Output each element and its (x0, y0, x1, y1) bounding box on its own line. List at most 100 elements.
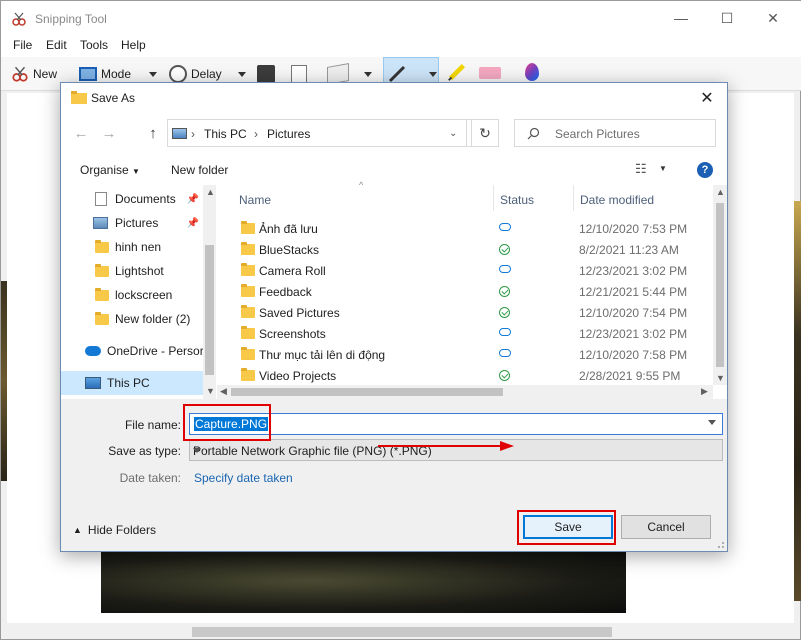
column-header-status[interactable]: Status (500, 189, 534, 211)
documents-icon (95, 192, 107, 206)
dialog-close-button[interactable]: ✕ (693, 86, 721, 110)
save-snip-icon[interactable] (257, 65, 275, 83)
nav-item-hinh-nen[interactable]: hinh nen (61, 235, 203, 259)
file-row[interactable]: Video Projects 2/28/2021 9:55 PM (217, 365, 711, 386)
chevron-down-icon (193, 448, 201, 453)
new-snip-button[interactable]: New (11, 63, 57, 85)
file-date: 12/10/2020 7:53 PM (579, 222, 688, 236)
menu-help[interactable]: Help (121, 38, 146, 52)
pen-dropdown-icon[interactable] (429, 72, 437, 77)
cancel-button[interactable]: Cancel (621, 515, 711, 539)
file-row[interactable]: Saved Pictures 12/10/2020 7:54 PM (217, 302, 711, 323)
background-image-strip (1, 281, 7, 481)
scroll-down-icon[interactable]: ▼ (206, 386, 215, 396)
menu-bar: File Edit Tools Help (1, 35, 801, 57)
file-row[interactable]: Thư mục tải lên di động 12/10/2020 7:58 … (217, 344, 711, 365)
maximize-button[interactable]: ☐ (704, 1, 750, 35)
paint3d-icon[interactable] (525, 63, 539, 81)
synced-status-icon (499, 307, 510, 318)
scrollbar-thumb[interactable] (205, 245, 214, 375)
up-arrow-icon[interactable]: ↑ (143, 123, 163, 143)
resize-grip-icon[interactable] (715, 539, 725, 549)
cloud-status-icon (499, 223, 511, 231)
highlighter-icon[interactable] (445, 61, 469, 83)
file-name: Video Projects (259, 369, 337, 383)
nav-pane-scrollbar[interactable]: ▲ ▼ (203, 185, 216, 399)
hide-folders-button[interactable]: ▲ Hide Folders (73, 523, 156, 537)
file-row[interactable]: Screenshots 12/23/2021 3:02 PM (217, 323, 711, 344)
pictures-icon (93, 217, 108, 229)
nav-item-new-folder-2[interactable]: New folder (2) (61, 307, 203, 331)
file-list-horizontal-scrollbar[interactable]: ◀ ▶ (217, 385, 713, 399)
menu-file[interactable]: File (13, 38, 32, 52)
scrollbar-thumb[interactable] (716, 203, 724, 367)
date-taken-link[interactable]: Specify date taken (194, 471, 293, 485)
chevron-down-icon[interactable] (708, 420, 716, 425)
scroll-down-icon[interactable]: ▼ (716, 373, 725, 383)
nav-label: hinh nen (115, 240, 162, 254)
breadcrumb-this-pc[interactable]: This PC (204, 127, 247, 141)
chevron-up-icon: ▲ (73, 525, 82, 535)
synced-status-icon (499, 286, 510, 297)
file-row[interactable]: Ảnh đã lưu 12/10/2020 7:53 PM (217, 218, 711, 239)
eraser-icon[interactable] (479, 67, 501, 79)
search-input[interactable]: Search Pictures (514, 119, 716, 147)
organise-button[interactable]: Organise ▼ (80, 163, 140, 177)
file-row[interactable]: BlueStacks 8/2/2021 11:23 AM (217, 239, 711, 260)
menu-edit[interactable]: Edit (46, 38, 67, 52)
scroll-right-icon[interactable]: ▶ (701, 386, 708, 397)
file-list-vertical-scrollbar[interactable]: ▲ ▼ (713, 185, 727, 385)
nav-item-lockscreen[interactable]: lockscreen (61, 283, 203, 307)
scroll-left-icon[interactable]: ◀ (220, 386, 227, 397)
breadcrumb-pictures[interactable]: Pictures (267, 127, 310, 141)
menu-tools[interactable]: Tools (80, 38, 108, 52)
column-header-date[interactable]: Date modified (580, 189, 654, 211)
forward-arrow-icon[interactable]: → (99, 123, 119, 143)
send-dropdown-icon[interactable] (364, 72, 372, 77)
help-icon[interactable]: ? (697, 162, 713, 178)
navigation-pane: Documents 📌 Pictures 📌 hinh nen Lightsho… (61, 185, 216, 399)
scroll-up-icon[interactable]: ▲ (206, 187, 215, 197)
address-history-dropdown[interactable]: ⌄ (439, 119, 467, 147)
file-name: Ảnh đã lưu (259, 222, 318, 236)
chevron-down-icon: ▼ (132, 167, 140, 176)
canvas-horizontal-scrollbar[interactable] (7, 623, 794, 639)
organise-label: Organise (80, 163, 129, 177)
column-header-name[interactable]: Name (239, 189, 271, 211)
nav-label: Lightshot (115, 264, 164, 278)
nav-item-documents[interactable]: Documents 📌 (61, 187, 203, 211)
scrollbar-thumb[interactable] (192, 627, 612, 637)
folder-icon (241, 242, 255, 255)
file-row[interactable]: Camera Roll 12/23/2021 3:02 PM (217, 260, 711, 281)
refresh-icon: ↻ (479, 124, 491, 141)
delay-label: Delay (191, 67, 222, 81)
nav-item-this-pc[interactable]: This PC (61, 371, 203, 395)
file-row[interactable]: Feedback 12/21/2021 5:44 PM (217, 281, 711, 302)
nav-label: Documents (115, 192, 176, 206)
file-name-highlight (183, 404, 271, 441)
new-folder-button[interactable]: New folder (171, 163, 228, 177)
nav-item-lightshot[interactable]: Lightshot (61, 259, 203, 283)
scroll-up-icon[interactable]: ▲ (716, 187, 725, 197)
file-date: 12/23/2021 3:02 PM (579, 264, 688, 278)
copy-icon[interactable] (291, 65, 307, 83)
mode-dropdown-icon[interactable] (149, 72, 157, 77)
file-date: 12/10/2020 7:54 PM (579, 306, 688, 320)
delay-dropdown-icon[interactable] (238, 72, 246, 77)
folder-icon (95, 287, 109, 301)
close-window-button[interactable]: ✕ (750, 1, 796, 35)
pin-icon: 📌 (186, 217, 199, 229)
folder-icon (241, 326, 255, 339)
minimize-button[interactable]: — (658, 1, 704, 35)
scrollbar-thumb[interactable] (231, 388, 503, 396)
mode-icon (79, 67, 97, 81)
nav-item-onedrive[interactable]: OneDrive - Persor (61, 339, 203, 363)
view-options-icon[interactable]: ☷ (635, 161, 647, 177)
view-dropdown-icon[interactable]: ▼ (659, 164, 667, 173)
file-name: Saved Pictures (259, 306, 340, 320)
refresh-button[interactable]: ↻ (471, 119, 499, 147)
file-name: Screenshots (259, 327, 326, 341)
nav-item-pictures[interactable]: Pictures 📌 (61, 211, 203, 235)
back-arrow-icon[interactable]: ← (71, 123, 91, 143)
dialog-title: Save As (91, 91, 136, 105)
